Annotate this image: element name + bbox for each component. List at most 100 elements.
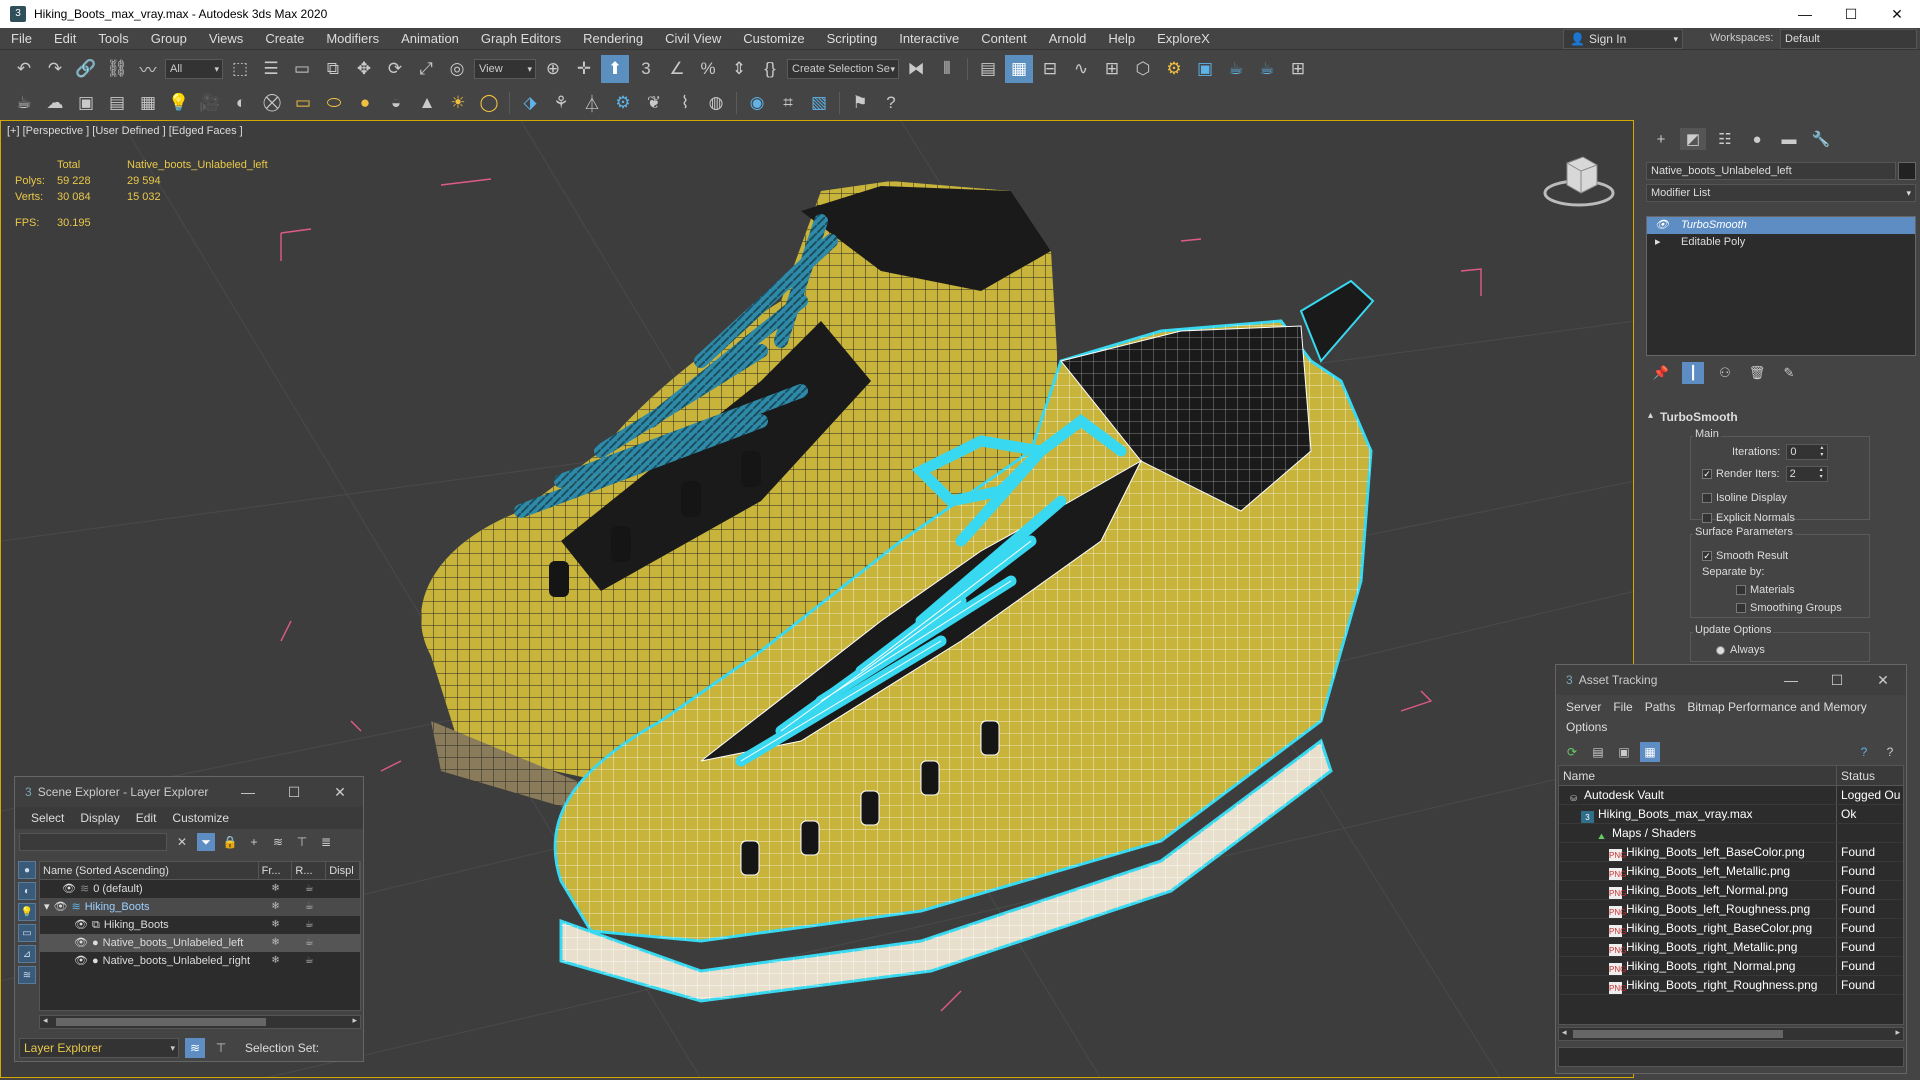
layer-row[interactable]: 👁 ≋ 0 (default) ❄ ☕ xyxy=(40,880,360,898)
named-selection-select[interactable]: Create Selection Se xyxy=(787,58,899,79)
sign-in-dropdown[interactable]: 👤 Sign In ▾ xyxy=(1563,29,1683,49)
menu-options[interactable]: Options xyxy=(1560,717,1613,737)
camera-icon[interactable]: 🎥 xyxy=(196,89,224,117)
column-name[interactable]: Name (Sorted Ascending) xyxy=(40,862,259,879)
viewcube-icon[interactable] xyxy=(1539,151,1619,211)
redo-icon[interactable]: ↷ xyxy=(41,55,69,83)
scroll-right-icon[interactable]: ▸ xyxy=(352,1015,357,1026)
maximize-button[interactable]: ☐ xyxy=(1814,665,1860,695)
link-icon[interactable]: 🔗 xyxy=(72,55,100,83)
freeze-icon[interactable]: ❄ xyxy=(259,952,293,970)
asset-row[interactable]: PNGHiking_Boots_left_Metallic.png Found xyxy=(1559,862,1903,881)
rollout-title[interactable]: TurboSmooth xyxy=(1646,410,1916,424)
render-shortcuts-icon[interactable]: ⊞ xyxy=(1284,55,1312,83)
teapot-icon[interactable]: ☕ xyxy=(292,934,326,952)
scrollbar-thumb[interactable] xyxy=(1573,1030,1783,1038)
render-production-icon[interactable]: ☕ xyxy=(1222,55,1250,83)
eye-icon[interactable]: 👁 xyxy=(74,919,88,931)
ies-light-icon[interactable]: ◒ xyxy=(382,89,410,117)
filter-icon[interactable]: ⏷ xyxy=(197,833,215,851)
object-row[interactable]: 👁 ● Native_boots_Unlabeled_right ❄ ☕ xyxy=(40,952,360,970)
object-row[interactable]: 👁 ⧉ Hiking_Boots ❄ ☕ xyxy=(40,916,360,934)
light-icon[interactable]: 💡 xyxy=(165,89,193,117)
menu-scripting[interactable]: Scripting xyxy=(816,31,889,46)
freeze-icon[interactable]: ❄ xyxy=(259,934,293,952)
freeze-icon[interactable]: ❄ xyxy=(259,898,293,916)
hierarchy-tab-icon[interactable]: ☷ xyxy=(1712,128,1738,150)
select-by-name-icon[interactable]: ☰ xyxy=(257,55,285,83)
sun-icon[interactable]: ☀ xyxy=(444,89,472,117)
maximize-button[interactable]: ☐ xyxy=(271,777,317,807)
unlink-icon[interactable]: ⛓ xyxy=(103,55,131,83)
lock-icon[interactable]: 🔒 xyxy=(221,833,239,851)
asset-row[interactable]: 3 Hiking_Boots_max_vray.max Ok xyxy=(1559,805,1903,824)
settings-icon[interactable]: ⚑ xyxy=(846,89,874,117)
pivot-center-icon[interactable]: ⊕ xyxy=(539,55,567,83)
mirror-icon[interactable]: ⧓ xyxy=(902,55,930,83)
menu-file[interactable]: File xyxy=(1607,697,1638,717)
viewport-label[interactable]: [+] [Perspective ] [User Defined ] [Edge… xyxy=(7,125,243,137)
grass-icon[interactable]: ❦ xyxy=(640,89,668,117)
material-ball-icon[interactable]: ◍ xyxy=(702,89,730,117)
toggle-scene-explorer-icon[interactable]: ▤ xyxy=(974,55,1002,83)
select-manipulate-icon[interactable]: ✛ xyxy=(570,55,598,83)
teapot-icon[interactable]: ☕ xyxy=(10,89,38,117)
smooth-result-checkbox[interactable]: ✓ xyxy=(1702,551,1712,561)
snaps-toggle-icon[interactable]: 3 xyxy=(632,55,660,83)
lighting-analysis-icon[interactable]: ⌗ xyxy=(774,89,802,117)
scroll-left-icon[interactable]: ◂ xyxy=(43,1015,48,1026)
teapot-icon[interactable]: ☕ xyxy=(292,916,326,934)
asset-row[interactable]: PNGHiking_Boots_right_BaseColor.png Found xyxy=(1559,919,1903,938)
workspace-select[interactable]: Default xyxy=(1780,29,1917,49)
spot-light-icon[interactable]: ▲ xyxy=(413,89,441,117)
display-geometry-icon[interactable]: ● xyxy=(18,861,36,879)
remove-modifier-icon[interactable]: 🗑 xyxy=(1746,362,1768,384)
scene-explorer-titlebar[interactable]: 3 Scene Explorer - Layer Explorer — ☐ ✕ xyxy=(15,777,363,807)
asset-row[interactable]: ⛁ Autodesk Vault Logged Ou xyxy=(1559,786,1903,805)
spinner-snap-icon[interactable]: ⇕ xyxy=(725,55,753,83)
modifier-list-dropdown[interactable]: Modifier List xyxy=(1646,184,1916,202)
eye-icon[interactable]: 👁 xyxy=(1655,217,1669,234)
modify-tab-icon[interactable]: ◩ xyxy=(1680,128,1706,150)
column-frozen[interactable]: Fr... xyxy=(259,862,293,879)
menu-customize[interactable]: Customize xyxy=(166,811,235,825)
add-layer-icon[interactable]: + xyxy=(245,833,263,851)
eye-icon[interactable]: 👁 xyxy=(74,955,88,967)
undo-icon[interactable]: ↶ xyxy=(10,55,38,83)
schematic-view-icon[interactable]: ⊞ xyxy=(1098,55,1126,83)
toggle-layer-explorer-icon[interactable]: ▦ xyxy=(1005,54,1033,83)
create-tab-icon[interactable]: + xyxy=(1648,128,1674,150)
isoline-display-checkbox[interactable] xyxy=(1702,493,1712,503)
render-iterative-icon[interactable]: ☕ xyxy=(1253,55,1281,83)
close-button[interactable]: ✕ xyxy=(1874,0,1920,28)
asset-row[interactable]: PNGHiking_Boots_right_Normal.png Found xyxy=(1559,957,1903,976)
minimize-button[interactable]: — xyxy=(225,777,271,807)
placement-icon[interactable]: ◎ xyxy=(443,55,471,83)
list-view-icon[interactable]: ▤ xyxy=(1588,742,1608,762)
minimize-button[interactable]: — xyxy=(1782,0,1828,28)
material-editor-icon[interactable]: ⬡ xyxy=(1129,55,1157,83)
column-name[interactable]: Name xyxy=(1559,766,1837,785)
menu-views[interactable]: Views xyxy=(198,31,254,46)
explorer-type-select[interactable]: Layer Explorer xyxy=(19,1038,179,1058)
menu-modifiers[interactable]: Modifiers xyxy=(315,31,390,46)
sphere-icon[interactable]: ● xyxy=(351,89,379,117)
scroll-right-icon[interactable]: ▸ xyxy=(1895,1027,1900,1038)
asset-horizontal-scrollbar[interactable]: ◂ ▸ xyxy=(1558,1027,1904,1041)
eye-icon[interactable]: 👁 xyxy=(74,937,88,949)
freeze-icon[interactable]: ❄ xyxy=(259,916,293,934)
show-end-result-icon[interactable]: ┃ xyxy=(1682,362,1704,384)
stack-icon[interactable]: ≣ xyxy=(317,833,335,851)
render-iters-spinner[interactable]: 2 xyxy=(1785,466,1828,482)
curve-editor-icon[interactable]: ∿ xyxy=(1067,55,1095,83)
toggle-ribbon-icon[interactable]: ⊟ xyxy=(1036,55,1064,83)
display-shapes-icon[interactable]: ◐ xyxy=(18,882,36,900)
minimize-button[interactable]: — xyxy=(1768,665,1814,695)
mesh-light-icon[interactable]: ⛒ xyxy=(258,89,286,117)
selection-filter-select[interactable]: All xyxy=(165,58,223,79)
column-status[interactable]: Status xyxy=(1837,766,1875,785)
display-lights-icon[interactable]: 💡 xyxy=(18,903,36,921)
layers-icon[interactable]: ≋ xyxy=(269,833,287,851)
asset-row[interactable]: PNGHiking_Boots_right_Metallic.png Found xyxy=(1559,938,1903,957)
sphere-light-icon[interactable]: ◐ xyxy=(227,89,255,117)
